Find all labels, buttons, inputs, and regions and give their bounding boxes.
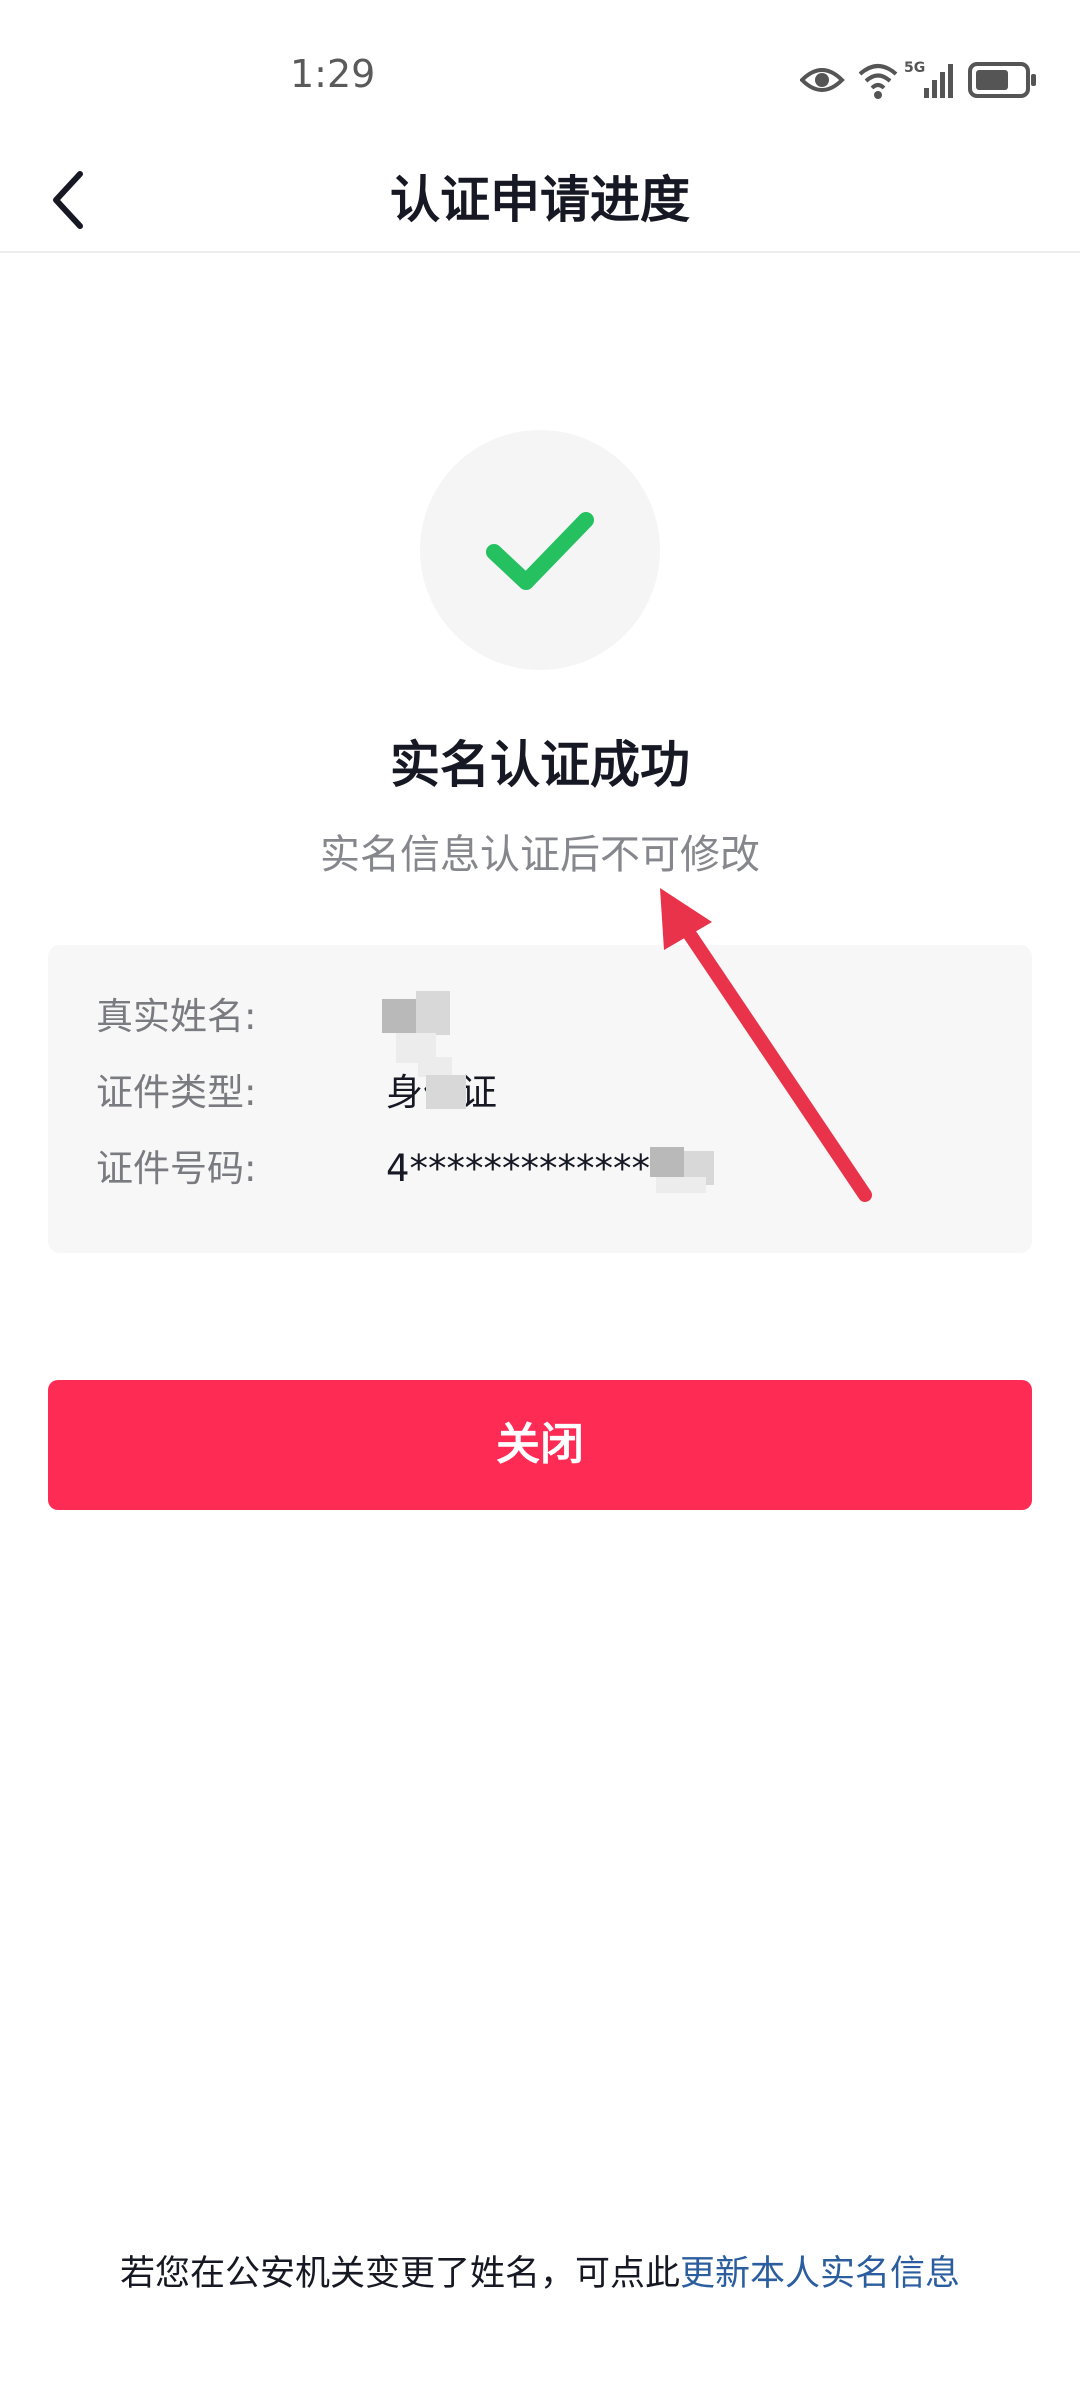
check-icon	[486, 512, 594, 590]
eye-icon	[799, 68, 845, 92]
nav-bar: 认证申请进度	[0, 150, 1080, 253]
battery-icon	[968, 62, 1036, 98]
wifi-icon	[858, 64, 898, 99]
result-subtitle: 实名信息认证后不可修改	[320, 832, 760, 878]
update-real-name-link[interactable]: 更新本人实名信息	[680, 2254, 960, 2294]
annotation-arrow	[660, 888, 872, 1202]
page-title: 认证申请进度	[390, 171, 690, 229]
result-title: 实名认证成功	[390, 736, 690, 794]
mosaic-block	[382, 999, 416, 1033]
footer-text: 若您在公安机关变更了姓名，可点此	[119, 2254, 680, 2294]
info-label: 证件类型:	[96, 1071, 257, 1114]
mosaic-block	[416, 991, 450, 1035]
5g-signal-icon: 5G	[904, 60, 953, 98]
success-badge	[420, 430, 660, 670]
footer-note: 若您在公安机关变更了姓名，可点此更新本人实名信息	[0, 2245, 1080, 2296]
svg-text:5G: 5G	[904, 60, 925, 76]
close-button[interactable]: 关闭	[48, 1380, 1032, 1510]
info-label: 证件号码:	[96, 1147, 257, 1190]
info-label: 真实姓名:	[96, 995, 257, 1038]
identity-info-card: 真实姓名: 证件类型: 身份证 证件号码: 4***************	[48, 945, 1032, 1253]
status-bar: 1:29 5G	[0, 0, 1080, 150]
mosaic-block	[418, 1057, 452, 1077]
status-time: 1:29	[290, 52, 376, 96]
mosaic-block	[426, 1075, 466, 1109]
status-icons: 5G	[799, 58, 1040, 102]
